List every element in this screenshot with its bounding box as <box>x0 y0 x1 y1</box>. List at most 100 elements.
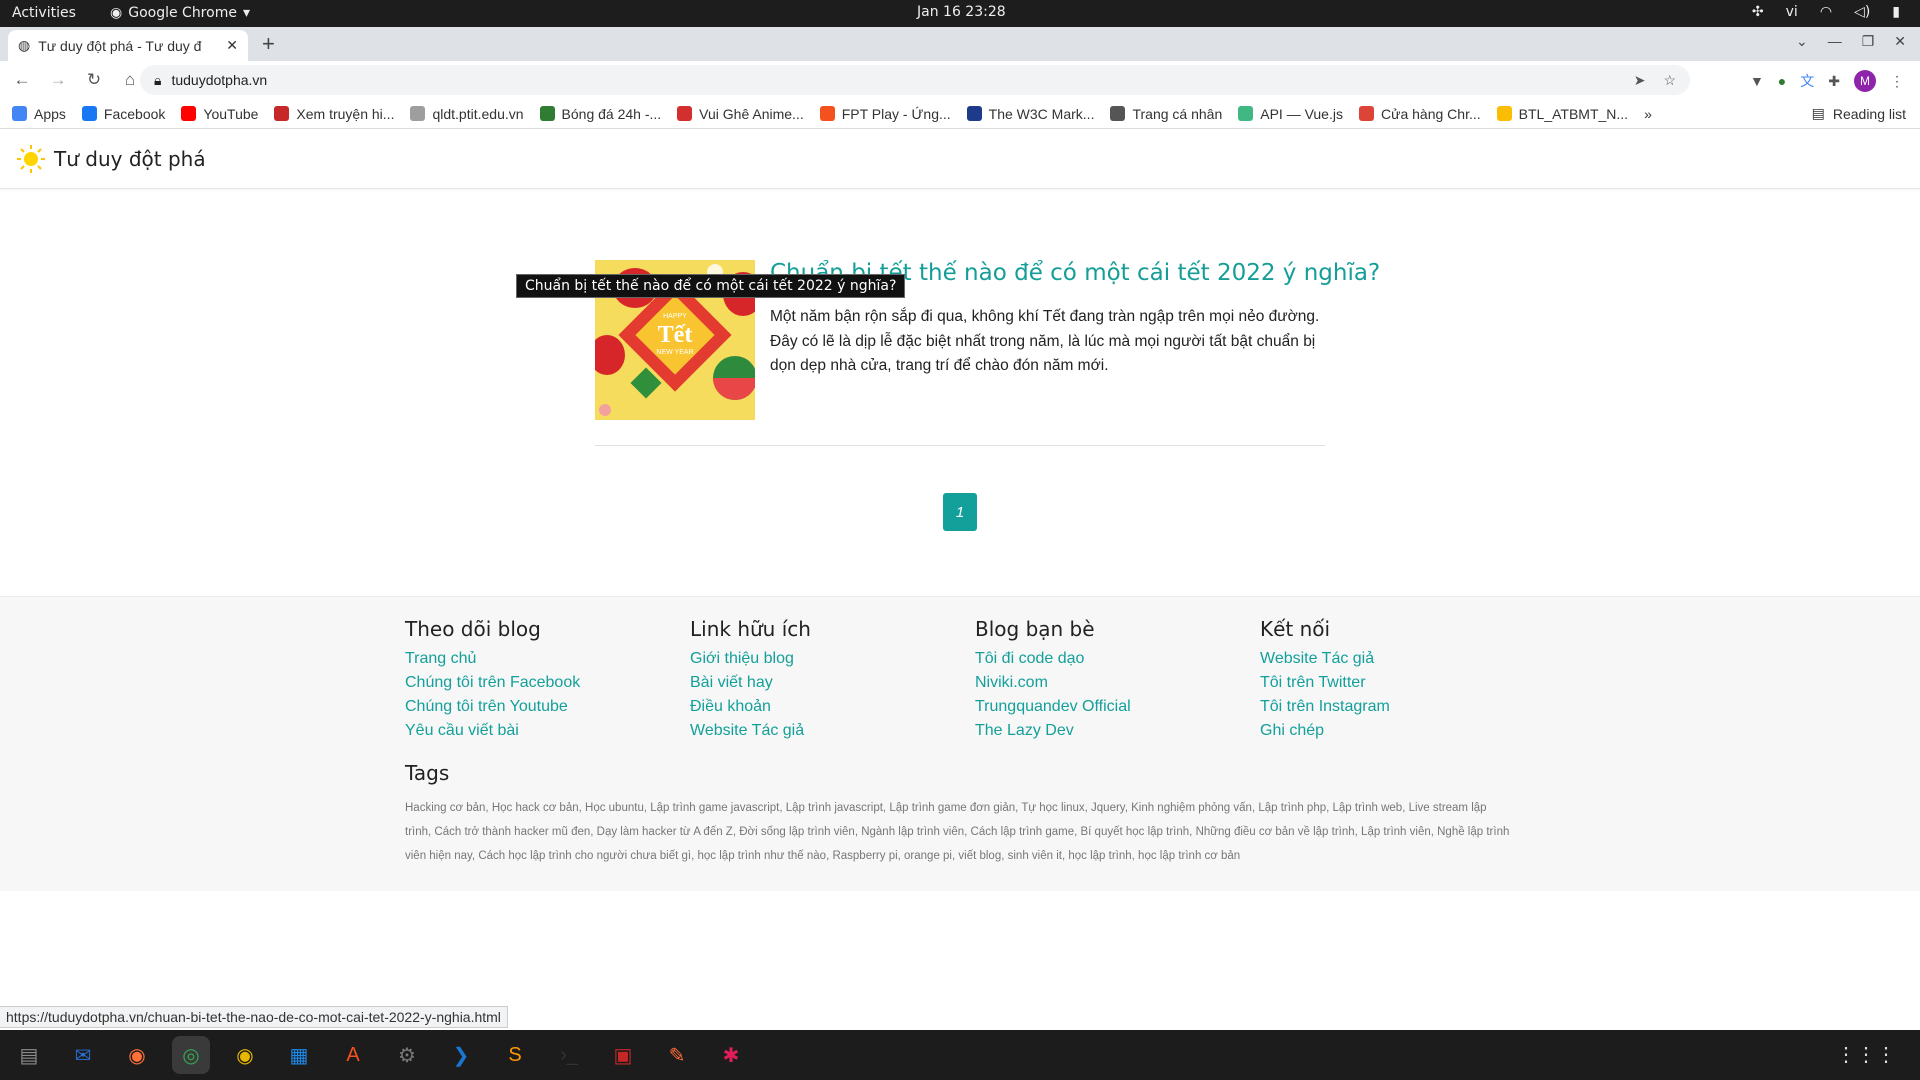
bookmark-item[interactable]: API — Vue.js <box>1238 106 1343 122</box>
tag-link[interactable]: Cách lập trình game <box>971 826 1075 838</box>
footer-link[interactable]: Niviki.com <box>975 671 1255 695</box>
tag-link[interactable]: Dạy làm hacker từ A đến Z <box>597 826 733 838</box>
footer-link[interactable]: The Lazy Dev <box>975 719 1255 743</box>
chrome-icon[interactable]: ◎ <box>172 1036 210 1074</box>
tag-link[interactable]: học lập trình cơ bản <box>1138 850 1240 862</box>
bookmark-item[interactable]: Bóng đá 24h -... <box>539 106 661 122</box>
tag-link[interactable]: học lập trình như thế nào <box>698 850 827 862</box>
browser-tab[interactable]: ◍ Tư duy đột phá - Tư duy đ ✕ <box>8 30 248 61</box>
bookmark-item[interactable]: YouTube <box>181 106 258 122</box>
tag-link[interactable]: sinh viên it <box>1008 850 1062 862</box>
tag-link[interactable]: Bí quyết học lập trình <box>1080 826 1189 838</box>
bookmark-item[interactable]: Vui Ghê Anime... <box>677 106 804 122</box>
bookmark-item[interactable]: The W3C Mark... <box>966 106 1094 122</box>
pagination-page-button[interactable]: 1 <box>943 493 977 531</box>
tag-link[interactable]: Jquery <box>1091 802 1125 814</box>
show-applications-icon[interactable]: ⋮⋮⋮ <box>1836 1042 1896 1067</box>
tag-link[interactable]: học lập trình <box>1068 850 1131 862</box>
forward-icon[interactable]: → <box>44 70 72 90</box>
postman-icon[interactable]: ✎ <box>658 1036 696 1074</box>
footer-link[interactable]: Ghi chép <box>1260 719 1540 743</box>
tag-link[interactable]: Tự học linux <box>1021 802 1084 814</box>
lock-icon[interactable]: 🔒︎ <box>154 72 161 89</box>
system-tray[interactable]: ✣ vi ◠ ◁) ▮ <box>1752 4 1900 20</box>
rhythmbox-icon[interactable]: ◉ <box>226 1036 264 1074</box>
bookmark-item[interactable]: Facebook <box>81 106 165 122</box>
bookmark-item[interactable]: FPT Play - Ứng... <box>819 106 951 122</box>
app-menu[interactable]: ◉ Google Chrome ▾ <box>110 5 250 21</box>
footer-link[interactable]: Chúng tôi trên Youtube <box>405 695 685 719</box>
footer-link[interactable]: Yêu cầu viết bài <box>405 719 685 743</box>
close-window-icon[interactable]: ✕ <box>1894 33 1906 50</box>
bookmark-item[interactable]: BTL_ATBMT_N... <box>1496 106 1628 122</box>
bookmark-item[interactable]: Xem truyện hi... <box>274 106 394 122</box>
footer-link[interactable]: Website Tác giả <box>690 719 970 743</box>
minimize-icon[interactable]: — <box>1828 33 1842 50</box>
footer-link[interactable]: Giới thiệu blog <box>690 647 970 671</box>
bookmark-item[interactable]: Apps <box>12 106 66 122</box>
tag-link[interactable]: Lập trình javascript <box>786 802 883 814</box>
sublime-icon[interactable]: S <box>496 1036 534 1074</box>
new-tab-button[interactable]: + <box>262 31 275 57</box>
wifi-icon[interactable]: ◠ <box>1820 4 1832 20</box>
thunderbird-icon[interactable]: ✉ <box>64 1036 102 1074</box>
address-bar[interactable]: 🔒︎ tuduydotpha.vn ➤ ☆ <box>140 65 1690 95</box>
footer-link[interactable]: Trungquandev Official <box>975 695 1255 719</box>
extension-green-icon[interactable]: ● <box>1778 73 1786 89</box>
activities-button[interactable]: Activities <box>12 5 76 21</box>
bookmark-item[interactable]: Cửa hàng Chr... <box>1358 106 1481 122</box>
tag-link[interactable]: Hacking cơ bản <box>405 802 485 814</box>
network-settings-icon[interactable]: ✣ <box>1752 4 1764 20</box>
writer-icon[interactable]: ▦ <box>280 1036 318 1074</box>
tag-link[interactable]: Học hack cơ bản <box>492 802 579 814</box>
tag-link[interactable]: Lập trình game javascript <box>650 802 779 814</box>
tag-link[interactable]: Lập trình viên <box>1361 826 1431 838</box>
volume-icon[interactable]: ◁) <box>1854 4 1870 20</box>
bookmark-item[interactable]: Trang cá nhân <box>1110 106 1222 122</box>
slack-icon[interactable]: ✱ <box>712 1036 750 1074</box>
url-text[interactable]: tuduydotpha.vn <box>171 72 267 88</box>
terminal-icon[interactable]: ›_ <box>550 1036 588 1074</box>
clock[interactable]: Jan 16 23:28 <box>917 4 1006 20</box>
tag-link[interactable]: Học ubuntu <box>585 802 644 814</box>
profile-avatar[interactable]: M <box>1854 70 1876 92</box>
footer-link[interactable]: Tôi trên Instagram <box>1260 695 1540 719</box>
tag-link[interactable]: Lập trình php <box>1258 802 1326 814</box>
files-icon[interactable]: ▤ <box>10 1036 48 1074</box>
tag-link[interactable]: Raspberry pi, orange pi <box>832 850 952 862</box>
settings-icon[interactable]: ⚙ <box>388 1036 426 1074</box>
footer-link[interactable]: Điều khoản <box>690 695 970 719</box>
tag-link[interactable]: Những điều cơ bản về lập trình <box>1196 826 1355 838</box>
tag-link[interactable]: viết blog <box>958 850 1001 862</box>
footer-link[interactable]: Bài viết hay <box>690 671 970 695</box>
battery-icon[interactable]: ▮ <box>1892 4 1900 20</box>
tag-link[interactable]: Kinh nghiệm phỏng vấn <box>1131 802 1252 814</box>
puzzle-icon[interactable]: ✚ <box>1828 73 1840 90</box>
footer-link[interactable]: Trang chủ <box>405 647 685 671</box>
tag-link[interactable]: Đời sống lập trình viên <box>739 826 855 838</box>
kebab-menu-icon[interactable]: ⋮ <box>1890 73 1904 90</box>
vscode-icon[interactable]: ❯ <box>442 1036 480 1074</box>
lightbulb-sun-icon[interactable] <box>16 144 46 174</box>
software-center-icon[interactable]: A <box>334 1036 372 1074</box>
send-icon[interactable]: ➤ <box>1634 72 1646 89</box>
tab-search-icon[interactable]: ⌄ <box>1796 33 1808 50</box>
translate-icon[interactable]: 文 <box>1800 71 1814 91</box>
bookmark-star-icon[interactable]: ☆ <box>1663 72 1676 89</box>
tag-link[interactable]: Cách học lập trình cho người chưa biết g… <box>478 850 691 862</box>
vue-devtools-icon[interactable]: ▼ <box>1750 73 1764 89</box>
screenshot-icon[interactable]: ▣ <box>604 1036 642 1074</box>
tag-link[interactable]: Lập trình game đơn giản <box>889 802 1015 814</box>
back-icon[interactable]: ← <box>8 70 36 90</box>
close-tab-icon[interactable]: ✕ <box>226 37 238 54</box>
reading-list-button[interactable]: ▤ Reading list <box>1812 105 1906 122</box>
bookmark-item[interactable]: qldt.ptit.edu.vn <box>410 106 524 122</box>
maximize-icon[interactable]: ❐ <box>1862 33 1875 50</box>
footer-link[interactable]: Website Tác giả <box>1260 647 1540 671</box>
footer-link[interactable]: Chúng tôi trên Facebook <box>405 671 685 695</box>
firefox-icon[interactable]: ◉ <box>118 1036 156 1074</box>
footer-link[interactable]: Tôi đi code dạo <box>975 647 1255 671</box>
footer-link[interactable]: Tôi trên Twitter <box>1260 671 1540 695</box>
tag-link[interactable]: Ngành lập trình viên <box>861 826 964 838</box>
reload-icon[interactable]: ↻ <box>80 70 108 90</box>
